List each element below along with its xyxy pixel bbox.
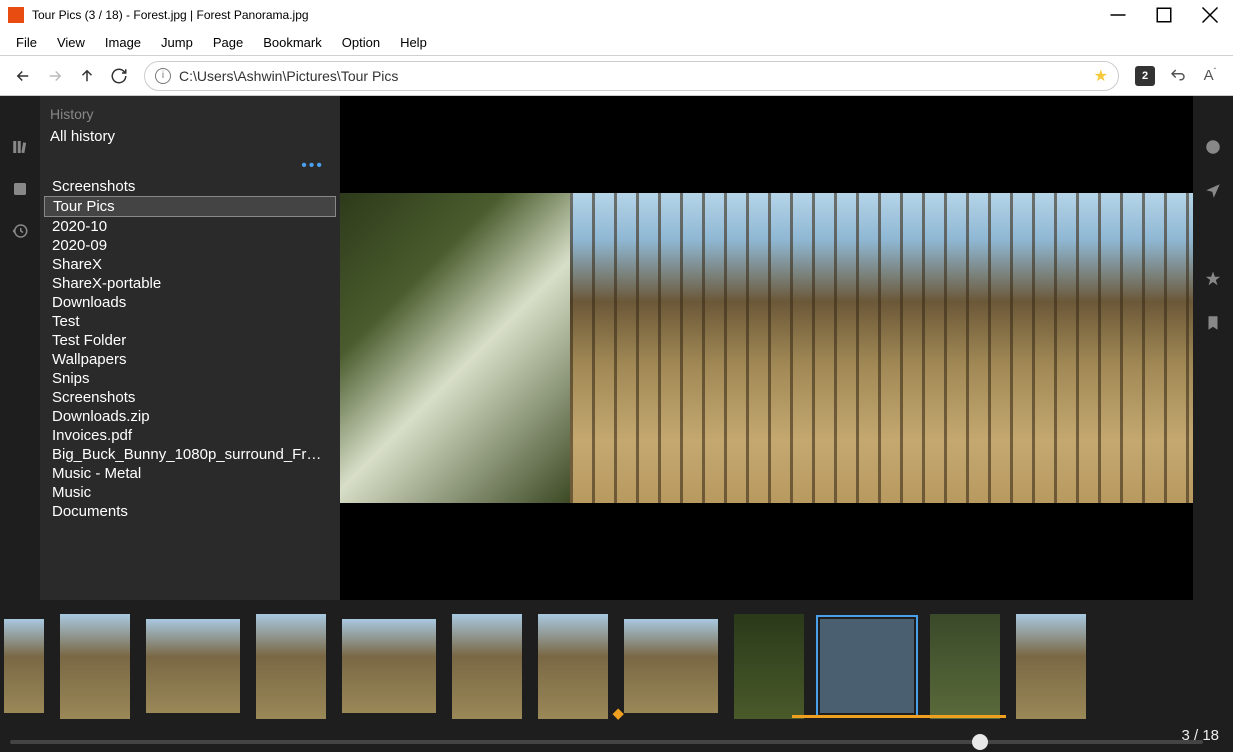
- thumbnail-strip[interactable]: [0, 600, 1233, 732]
- history-item[interactable]: Test Folder: [44, 331, 336, 350]
- history-item[interactable]: 2020-09: [44, 236, 336, 255]
- up-button[interactable]: [72, 61, 102, 91]
- minimize-button[interactable]: [1095, 0, 1141, 30]
- history-item[interactable]: Downloads: [44, 293, 336, 312]
- address-bar[interactable]: i C:\Users\Ashwin\Pictures\Tour Pics ★: [144, 61, 1119, 91]
- slider-thumb[interactable]: [972, 734, 988, 750]
- bottom-bar: 3 / 18: [0, 732, 1233, 752]
- image-right: [570, 193, 1193, 503]
- menu-help[interactable]: Help: [390, 33, 437, 52]
- position-marker: [612, 709, 623, 720]
- thumbnail[interactable]: [624, 619, 718, 713]
- history-item[interactable]: Snips: [44, 369, 336, 388]
- history-item[interactable]: Big_Buck_Bunny_1080p_surround_Fros...: [44, 445, 336, 464]
- menu-jump[interactable]: Jump: [151, 33, 203, 52]
- left-rail: [0, 96, 40, 600]
- toolbar: i C:\Users\Ashwin\Pictures\Tour Pics ★ 2…: [0, 56, 1233, 96]
- history-item[interactable]: ShareX: [44, 255, 336, 274]
- image-pair: [340, 193, 1193, 503]
- star-icon[interactable]: ★: [1094, 66, 1108, 86]
- forward-button[interactable]: [40, 61, 70, 91]
- close-button[interactable]: [1187, 0, 1233, 30]
- menubar: File View Image Jump Page Bookmark Optio…: [0, 30, 1233, 56]
- history-all[interactable]: All history: [44, 124, 336, 149]
- window-title: Tour Pics (3 / 18) - Forest.jpg | Forest…: [32, 8, 309, 22]
- thumbnail[interactable]: [452, 614, 522, 719]
- menu-option[interactable]: Option: [332, 33, 390, 52]
- bookshelf-icon[interactable]: [9, 136, 31, 158]
- history-item[interactable]: ShareX-portable: [44, 274, 336, 293]
- history-item[interactable]: Screenshots: [44, 388, 336, 407]
- titlebar: Tour Pics (3 / 18) - Forest.jpg | Forest…: [0, 0, 1233, 30]
- history-item[interactable]: Tour Pics: [44, 196, 336, 217]
- image-viewer[interactable]: [340, 96, 1193, 600]
- history-item[interactable]: Test: [44, 312, 336, 331]
- thumbnail[interactable]: [256, 614, 326, 719]
- thumbnail[interactable]: [930, 614, 1000, 719]
- thumbnail[interactable]: [1016, 614, 1086, 719]
- thumbnail[interactable]: [146, 619, 240, 713]
- thumbnail[interactable]: [4, 619, 44, 713]
- history-icon[interactable]: [9, 220, 31, 242]
- bookmark-icon[interactable]: [1202, 312, 1224, 334]
- page-indicator: 3 / 18: [1181, 727, 1219, 744]
- thumbnail[interactable]: [538, 614, 608, 719]
- history-item[interactable]: Music: [44, 483, 336, 502]
- history-list: ScreenshotsTour Pics2020-102020-09ShareX…: [44, 177, 336, 521]
- address-path: C:\Users\Ashwin\Pictures\Tour Pics: [179, 68, 1094, 84]
- rating-icon[interactable]: [1202, 268, 1224, 290]
- right-rail: [1193, 96, 1233, 600]
- window-controls: [1095, 0, 1233, 30]
- main-area: History All history ••• ScreenshotsTour …: [0, 96, 1233, 600]
- thumbnail[interactable]: [734, 614, 804, 719]
- app-icon: [8, 7, 24, 23]
- menu-view[interactable]: View: [47, 33, 95, 52]
- effects-icon[interactable]: [1202, 224, 1224, 246]
- thumbnail-selected[interactable]: [820, 619, 914, 713]
- menu-file[interactable]: File: [6, 33, 47, 52]
- return-button[interactable]: [1163, 61, 1193, 91]
- history-header: History: [44, 104, 336, 124]
- history-more-button[interactable]: •••: [44, 155, 336, 177]
- maximize-button[interactable]: [1141, 0, 1187, 30]
- history-item[interactable]: Wallpapers: [44, 350, 336, 369]
- image-left: [340, 193, 570, 503]
- back-button[interactable]: [8, 61, 38, 91]
- menu-bookmark[interactable]: Bookmark: [253, 33, 332, 52]
- reload-button[interactable]: [104, 61, 134, 91]
- pagelist-icon[interactable]: [9, 178, 31, 200]
- menu-image[interactable]: Image: [95, 33, 151, 52]
- font-size-button[interactable]: Aˆ: [1195, 61, 1225, 91]
- history-panel: History All history ••• ScreenshotsTour …: [40, 96, 340, 600]
- file-info-icon[interactable]: [1202, 136, 1224, 158]
- pages-badge[interactable]: 2: [1135, 66, 1155, 86]
- history-item[interactable]: Documents: [44, 502, 336, 521]
- history-item[interactable]: Music - Metal: [44, 464, 336, 483]
- history-item[interactable]: Screenshots: [44, 177, 336, 196]
- navigate-icon[interactable]: [1202, 180, 1224, 202]
- info-icon[interactable]: i: [155, 68, 171, 84]
- thumbnail[interactable]: [60, 614, 130, 719]
- page-slider[interactable]: [10, 740, 1203, 744]
- menu-page[interactable]: Page: [203, 33, 253, 52]
- history-item[interactable]: 2020-10: [44, 217, 336, 236]
- history-item[interactable]: Invoices.pdf: [44, 426, 336, 445]
- thumbnail[interactable]: [342, 619, 436, 713]
- progress-indicator: [792, 715, 1006, 718]
- history-item[interactable]: Downloads.zip: [44, 407, 336, 426]
